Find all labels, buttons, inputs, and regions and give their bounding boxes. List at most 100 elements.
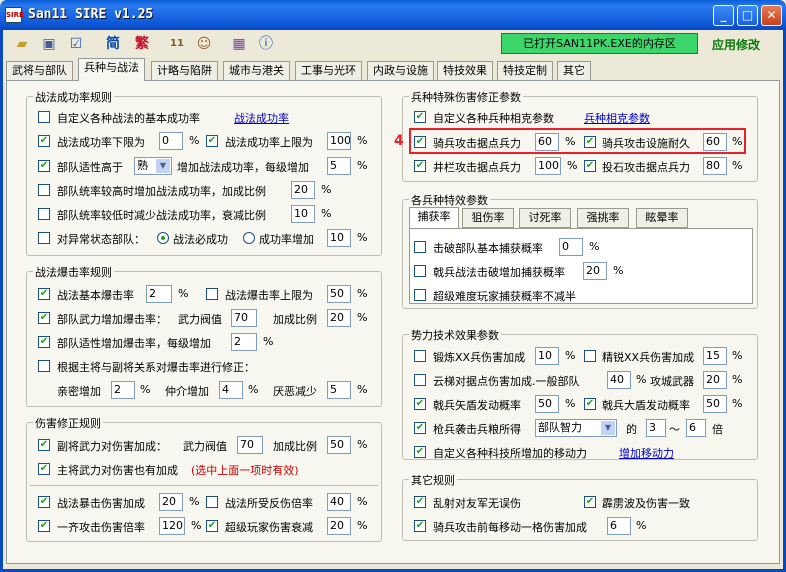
mediate-input[interactable]: 4	[219, 381, 243, 399]
train-damage-input[interactable]: 10	[535, 347, 559, 365]
checkbox[interactable]: ✔	[38, 439, 50, 451]
tower-base-input[interactable]: 100	[535, 157, 561, 175]
base-critical-input[interactable]: 2	[146, 285, 172, 303]
checkbox[interactable]: ✔	[584, 496, 596, 508]
subtab-duel[interactable]: 强挑率	[577, 208, 629, 228]
subtab-kill[interactable]: 讨死率	[519, 208, 571, 228]
checkbox[interactable]: ✔	[38, 336, 50, 348]
counter-params-link[interactable]: 兵种相克参数	[584, 110, 650, 126]
checkbox[interactable]: ✔	[38, 463, 50, 475]
checkbox[interactable]	[38, 360, 50, 372]
checkbox[interactable]: ✔	[414, 520, 426, 532]
checkbox[interactable]	[206, 496, 218, 508]
checklist-icon[interactable]: ☑	[64, 33, 88, 55]
traditional-button[interactable]: 繁	[130, 33, 154, 55]
min-multiplier-input[interactable]: 3	[646, 419, 666, 437]
checkbox[interactable]: ✔	[414, 160, 426, 172]
elite-damage-input[interactable]: 15	[703, 347, 727, 365]
simplified-button[interactable]: 简	[101, 33, 125, 55]
checkbox[interactable]	[414, 265, 426, 277]
aptitude-select[interactable]: 熟 ▼	[134, 157, 172, 175]
tab-city[interactable]: 城市与港关	[223, 61, 290, 80]
tab-skill-effect[interactable]: 特技效果	[437, 61, 493, 80]
checkbox[interactable]	[38, 232, 50, 244]
checkbox[interactable]: ✔	[414, 111, 426, 123]
open-folder-icon[interactable]: ▰	[10, 33, 34, 55]
checkbox[interactable]	[584, 350, 596, 362]
checkbox[interactable]	[38, 111, 50, 123]
cavalry-move-input[interactable]: 6	[607, 517, 631, 535]
save-icon[interactable]: ▣	[37, 33, 61, 55]
tab-tactics[interactable]: 计略与陷阱	[151, 61, 218, 80]
crit-damage-input[interactable]: 20	[159, 493, 183, 511]
tab-general[interactable]: 武将与部队	[6, 61, 73, 80]
attribute-select[interactable]: 部队智力 ▼	[535, 419, 617, 437]
checkbox[interactable]: ✔	[206, 520, 218, 532]
close-button[interactable]: ✕	[761, 5, 782, 26]
reflect-input[interactable]: 40	[327, 493, 351, 511]
tab-other[interactable]: 其它	[557, 61, 591, 80]
force-threshold-input[interactable]: 70	[231, 309, 257, 327]
tab-works[interactable]: 工事与光环	[295, 61, 362, 80]
max-multiplier-input[interactable]: 6	[686, 419, 706, 437]
deputy-ratio-input[interactable]: 50	[327, 436, 351, 454]
halberd-capture-input[interactable]: 20	[583, 262, 607, 280]
info-icon[interactable]: ⓘ	[254, 33, 278, 55]
maximize-button[interactable]: □	[737, 5, 758, 26]
checkbox[interactable]	[38, 184, 50, 196]
cavalry-base-input[interactable]: 60	[535, 133, 559, 151]
checkbox[interactable]	[414, 350, 426, 362]
big-shield-input[interactable]: 50	[703, 395, 727, 413]
arrow-shield-input[interactable]: 50	[535, 395, 559, 413]
super-decay-input[interactable]: 20	[327, 517, 351, 535]
decay-ratio-input[interactable]: 10	[291, 205, 315, 223]
character-icon[interactable]: ☺	[192, 33, 216, 55]
checkbox[interactable]	[414, 241, 426, 253]
ladder-siege-input[interactable]: 20	[703, 371, 727, 389]
checkbox[interactable]: ✔	[38, 312, 50, 324]
capture-base-input[interactable]: 0	[559, 238, 583, 256]
abnormal-rate-input[interactable]: 10	[327, 229, 351, 247]
checkbox[interactable]: ✔	[38, 135, 50, 147]
critical-max-input[interactable]: 50	[327, 285, 351, 303]
tab-troops[interactable]: 兵种与战法	[78, 58, 145, 81]
group-attack-input[interactable]: 120	[159, 517, 185, 535]
checkbox[interactable]: ✔	[414, 446, 426, 458]
tab-internal[interactable]: 内政与设施	[367, 61, 434, 80]
intimate-input[interactable]: 2	[111, 381, 135, 399]
table-icon[interactable]: ▦	[227, 33, 251, 55]
checkbox[interactable]	[206, 288, 218, 300]
checkbox[interactable]: ✔	[414, 496, 426, 508]
checkbox[interactable]: ✔	[584, 160, 596, 172]
per-level-input[interactable]: 5	[327, 157, 351, 175]
catapult-base-input[interactable]: 80	[703, 157, 727, 175]
force-ratio-input[interactable]: 20	[327, 309, 351, 327]
aptitude-critical-input[interactable]: 2	[231, 333, 257, 351]
tactic-success-link[interactable]: 战法成功率	[234, 110, 289, 126]
radio-rate-increase[interactable]	[243, 232, 255, 244]
checkbox[interactable]: ✔	[38, 520, 50, 532]
subtab-capture[interactable]: 捕获率	[409, 207, 459, 229]
ladder-normal-input[interactable]: 40	[607, 371, 631, 389]
checkbox[interactable]	[38, 208, 50, 220]
checkbox[interactable]: ✔	[38, 496, 50, 508]
hate-input[interactable]: 5	[327, 381, 351, 399]
min-success-input[interactable]: 0	[159, 132, 183, 150]
san11-icon[interactable]: 11	[165, 33, 189, 55]
minimize-button[interactable]: _	[713, 5, 734, 26]
subtab-stun[interactable]: 眩晕率	[636, 208, 688, 228]
max-success-input[interactable]: 100	[327, 132, 351, 150]
checkbox[interactable]: ✔	[414, 398, 426, 410]
checkbox[interactable]: ✔	[414, 136, 426, 148]
checkbox[interactable]: ✔	[206, 135, 218, 147]
bonus-ratio-input[interactable]: 20	[291, 181, 315, 199]
checkbox[interactable]: ✔	[38, 160, 50, 172]
checkbox[interactable]: ✔	[584, 136, 596, 148]
checkbox[interactable]	[414, 289, 426, 301]
cavalry-facility-input[interactable]: 60	[703, 133, 727, 151]
checkbox[interactable]: ✔	[414, 422, 426, 434]
tab-skill-custom[interactable]: 特技定制	[497, 61, 553, 80]
add-movement-link[interactable]: 增加移动力	[619, 445, 674, 461]
apply-button[interactable]: 应用修改	[712, 36, 760, 53]
checkbox[interactable]	[414, 374, 426, 386]
